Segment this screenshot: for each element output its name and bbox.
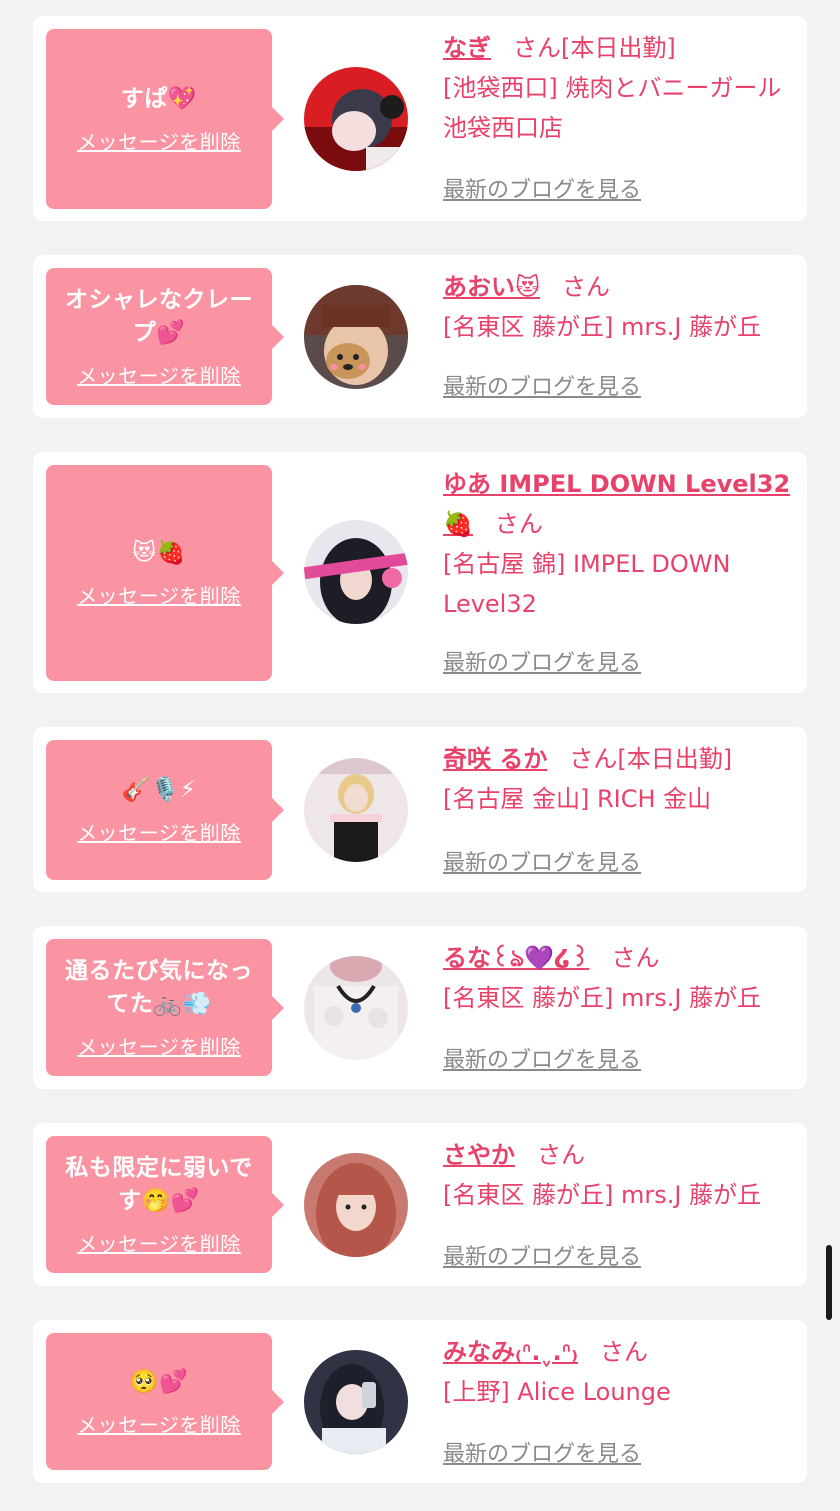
girl-info: さやか さん [名東区 藤が丘] mrs.J 藤が丘: [443, 1135, 798, 1215]
girl-name-link[interactable]: あおい😻: [443, 273, 540, 301]
avatar[interactable]: [304, 520, 408, 624]
shop-name: [上野] Alice Lounge: [443, 1378, 671, 1406]
girl-info: みなみ₍ᐢ.ˬ.ᐢ₎ さん [上野] Alice Lounge: [443, 1332, 798, 1412]
delete-message-link[interactable]: メッセージを削除: [77, 126, 241, 155]
shop-name: [名古屋 錦] IMPEL DOWN Level32: [443, 550, 731, 618]
girl-info: 奇咲 るか さん[本日出勤] [名古屋 金山] RICH 金山: [443, 739, 798, 819]
message-text: 私も限定に弱いです🤭💕: [65, 1155, 253, 1214]
latest-blog-link[interactable]: 最新のブログを見る: [443, 1239, 641, 1271]
shop-name: [名東区 藤が丘] mrs.J 藤が丘: [443, 313, 762, 341]
message-text: 🥺💕: [129, 1368, 189, 1395]
latest-blog-link[interactable]: 最新のブログを見る: [443, 845, 641, 877]
list-item: 🥺💕 メッセージを削除 みなみ₍ᐢ.ˬ.ᐢ₎ さん [上野] Alice Loun…: [33, 1320, 807, 1483]
status-badge: [本日出勤]: [617, 745, 733, 773]
honorific: さん: [562, 273, 611, 301]
delete-message-link[interactable]: メッセージを削除: [77, 1409, 241, 1438]
list-item: オシャレなクレープ💕 メッセージを削除 あおい😻 さん [名東区 藤が丘] mrs: [33, 255, 807, 418]
shop-name: [名東区 藤が丘] mrs.J 藤が丘: [443, 984, 762, 1012]
message-bubble: すぱ💖 メッセージを削除: [46, 29, 284, 209]
list-item: 🎸🎙️⚡ メッセージを削除 奇咲 るか さん[本日出勤] [名古屋 金山] RIC…: [33, 727, 807, 892]
latest-blog-link[interactable]: 最新のブログを見る: [443, 172, 641, 204]
list-item: 通るたび気になってた🚲💨 メッセージを削除 るな꒰ঌ💜໒꒱ さん [名東区 藤が丘…: [33, 926, 807, 1089]
latest-blog-link[interactable]: 最新のブログを見る: [443, 369, 641, 401]
avatar[interactable]: [304, 285, 408, 389]
girl-info: るな꒰ঌ💜໒꒱ さん [名東区 藤が丘] mrs.J 藤が丘: [443, 938, 798, 1018]
latest-blog-link[interactable]: 最新のブログを見る: [443, 1436, 641, 1468]
delete-message-link[interactable]: メッセージを削除: [77, 817, 241, 846]
avatar[interactable]: [304, 1350, 408, 1454]
shop-name: [名東区 藤が丘] mrs.J 藤が丘: [443, 1181, 762, 1209]
latest-blog-link[interactable]: 最新のブログを見る: [443, 1042, 641, 1074]
message-text: 🎸🎙️⚡: [121, 777, 197, 803]
girl-name-link[interactable]: なぎ: [443, 34, 491, 62]
list-item: 😻🍓 メッセージを削除 ゆあ IMPEL DOWN Level32 🍓 さん [名…: [33, 452, 807, 693]
delete-message-link[interactable]: メッセージを削除: [77, 360, 241, 389]
status-badge: [本日出勤]: [561, 34, 676, 62]
message-bubble: 🥺💕 メッセージを削除: [46, 1333, 284, 1470]
scrollbar[interactable]: [826, 1245, 832, 1320]
honorific: さん: [569, 745, 618, 773]
message-text: 😻🍓: [132, 540, 186, 566]
message-bubble: オシャレなクレープ💕 メッセージを削除: [46, 268, 284, 405]
girl-name-link[interactable]: 奇咲 るか: [443, 745, 547, 773]
shop-name: [池袋西口] 焼肉とバニーガール 池袋西口店: [443, 74, 782, 142]
honorific: さん: [611, 944, 660, 972]
girl-info: ゆあ IMPEL DOWN Level32 🍓 さん [名古屋 錦] IMPEL …: [443, 464, 798, 624]
message-bubble: 😻🍓 メッセージを削除: [46, 465, 284, 681]
girl-name-link[interactable]: るな꒰ঌ💜໒꒱: [443, 944, 589, 972]
delete-message-link[interactable]: メッセージを削除: [77, 580, 241, 609]
honorific: さん: [513, 34, 561, 62]
message-text: オシャレなクレープ💕: [65, 287, 253, 346]
message-bubble: 🎸🎙️⚡ メッセージを削除: [46, 740, 284, 880]
avatar[interactable]: [304, 67, 408, 171]
message-text: 通るたび気になってた🚲💨: [65, 958, 253, 1017]
girl-info: なぎ さん[本日出勤] [池袋西口] 焼肉とバニーガール 池袋西口店: [443, 28, 798, 148]
list-item: すぱ💖 メッセージを削除 なぎ さん[本日出勤] [池袋西口] 焼肉とバニーガール…: [33, 16, 807, 221]
avatar[interactable]: [304, 1153, 408, 1257]
avatar[interactable]: [304, 956, 408, 1060]
avatar[interactable]: [304, 758, 408, 862]
message-text: すぱ💖: [120, 86, 198, 112]
girl-info: あおい😻 さん [名東区 藤が丘] mrs.J 藤が丘: [443, 267, 798, 347]
honorific: さん: [600, 1338, 648, 1366]
girl-name-link[interactable]: さやか: [443, 1141, 515, 1169]
message-bubble: 私も限定に弱いです🤭💕 メッセージを削除: [46, 1136, 284, 1273]
girl-name-link[interactable]: みなみ₍ᐢ.ˬ.ᐢ₎: [443, 1338, 578, 1366]
list-item: 私も限定に弱いです🤭💕 メッセージを削除 さやか さん [名東区 藤が丘] mrs…: [33, 1123, 807, 1286]
delete-message-link[interactable]: メッセージを削除: [77, 1031, 241, 1060]
delete-message-link[interactable]: メッセージを削除: [77, 1228, 241, 1257]
shop-name: [名古屋 金山] RICH 金山: [443, 785, 712, 813]
latest-blog-link[interactable]: 最新のブログを見る: [443, 645, 641, 677]
message-bubble: 通るたび気になってた🚲💨 メッセージを削除: [46, 939, 284, 1076]
honorific: さん: [494, 510, 543, 538]
honorific: さん: [537, 1141, 585, 1169]
